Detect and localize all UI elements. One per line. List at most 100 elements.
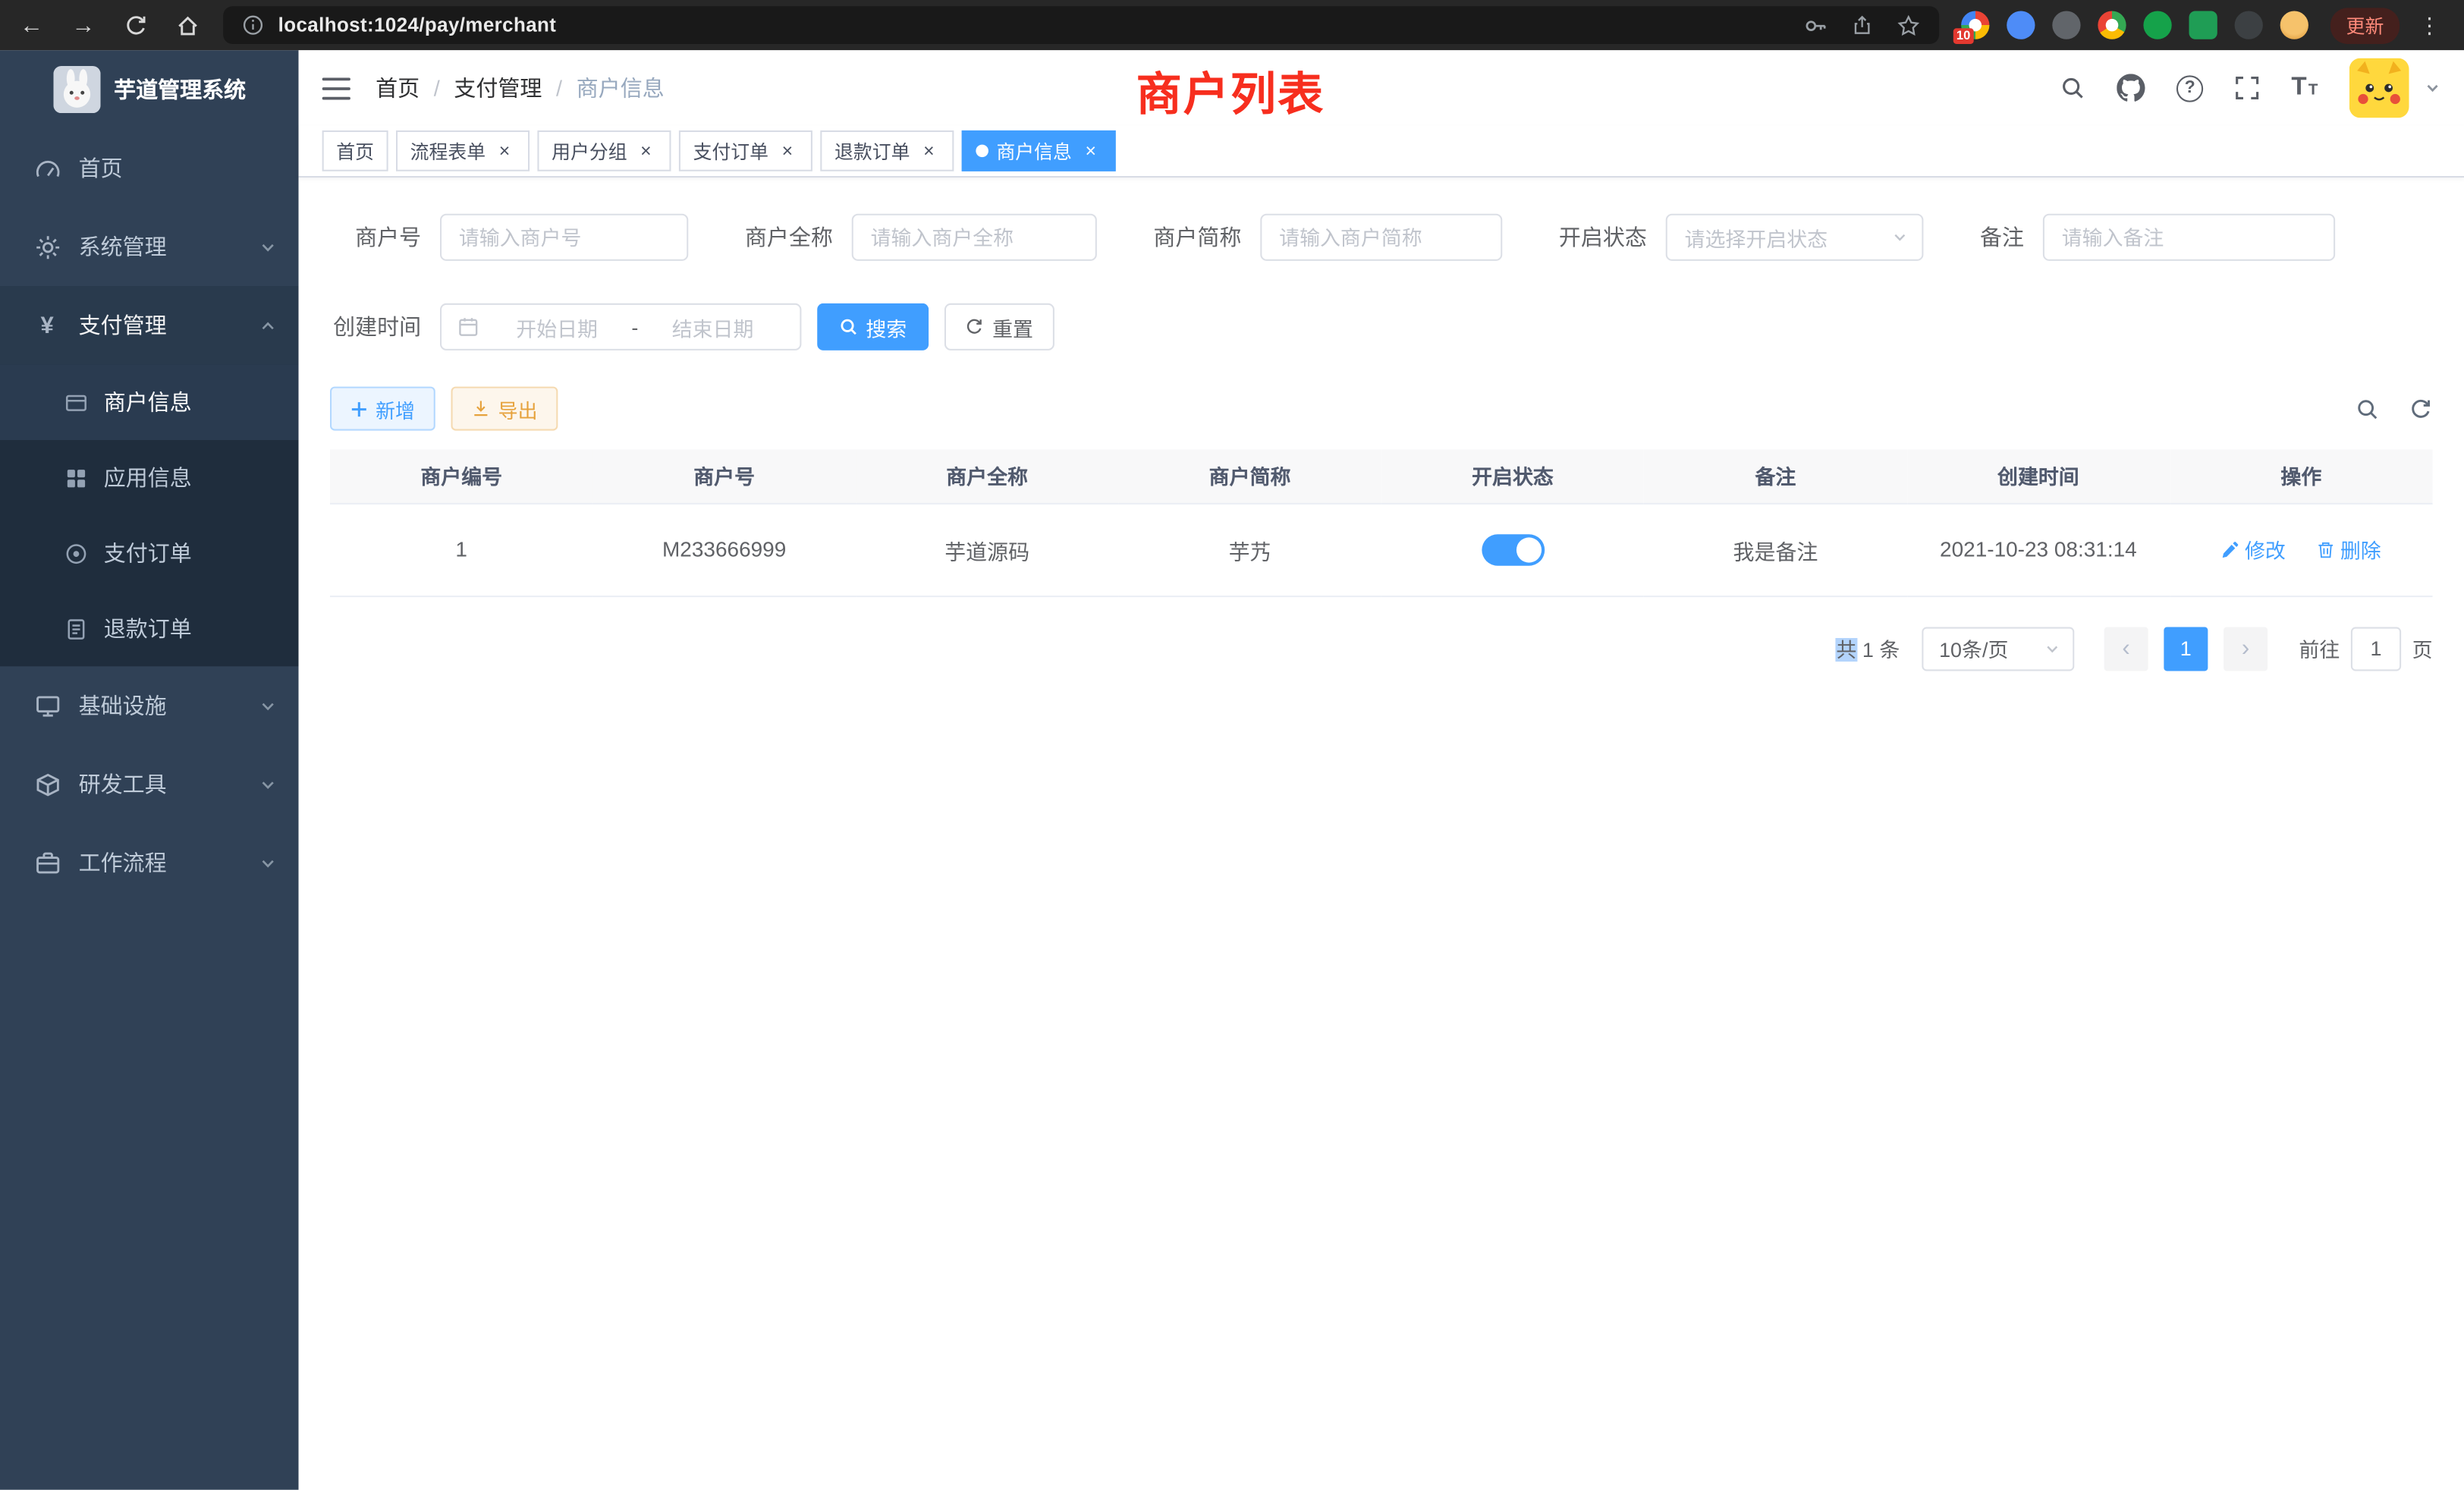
payment-submenu: 商户信息 应用信息 支付订单 退款订单 bbox=[0, 365, 299, 667]
tab-close-icon[interactable]: × bbox=[493, 140, 515, 162]
next-page-button[interactable]: › bbox=[2224, 626, 2268, 670]
filter-label: 创建时间 bbox=[330, 311, 440, 342]
browser-update-button[interactable]: 更新 bbox=[2330, 7, 2400, 43]
user-avatar[interactable] bbox=[2349, 58, 2409, 118]
github-icon[interactable] bbox=[2117, 74, 2145, 102]
sidebar-item-pay-order[interactable]: 支付订单 bbox=[0, 515, 299, 590]
sidebar-item-merchant-info[interactable]: 商户信息 bbox=[0, 365, 299, 440]
browser-home-icon[interactable] bbox=[174, 14, 200, 37]
sidebar-item-label: 工作流程 bbox=[79, 847, 167, 879]
remark-input[interactable] bbox=[2043, 214, 2335, 261]
tab-refund-order[interactable]: 退款订单× bbox=[820, 130, 954, 171]
extension-icon[interactable] bbox=[2098, 11, 2126, 39]
site-info-icon[interactable] bbox=[242, 14, 264, 36]
search-button[interactable]: 搜索 bbox=[817, 303, 929, 350]
cell-full-name: 芋道源码 bbox=[856, 503, 1118, 596]
tab-user-group[interactable]: 用户分组 × bbox=[537, 130, 671, 171]
goto-page-input[interactable] bbox=[2351, 626, 2401, 670]
merchant-no-input[interactable] bbox=[440, 214, 688, 261]
extension-icon[interactable]: 10 bbox=[1961, 11, 1989, 39]
filter-row-1: 商户号 商户全称 商户简称 开启状态 请选择开启状态 bbox=[330, 214, 2433, 261]
url-bar[interactable]: localhost:1024/pay/merchant bbox=[223, 6, 1939, 44]
sidebar-item-refund-order[interactable]: 退款订单 bbox=[0, 591, 299, 666]
status-select[interactable]: 请选择开启状态 bbox=[1666, 214, 1924, 261]
tab-close-icon[interactable]: × bbox=[635, 140, 657, 162]
sidebar-item-payment[interactable]: ¥ 支付管理 bbox=[0, 286, 299, 365]
toggle-search-icon[interactable] bbox=[2356, 397, 2379, 420]
tab-process-form[interactable]: 流程表单 × bbox=[396, 130, 530, 171]
page-size-select[interactable]: 10条/页 bbox=[1922, 626, 2074, 670]
tab-label: 流程表单 bbox=[410, 137, 486, 164]
start-date-placeholder[interactable]: 开始日期 bbox=[486, 312, 628, 341]
filter-row-2: 创建时间 开始日期 - 结束日期 搜索 重置 bbox=[330, 303, 2433, 350]
add-button[interactable]: 新增 bbox=[330, 387, 435, 431]
dashboard-icon bbox=[33, 155, 61, 181]
merchant-table: 商户编号 商户号 商户全称 商户简称 开启状态 备注 创建时间 操作 1 M23… bbox=[330, 449, 2433, 596]
create-time-range-picker[interactable]: 开始日期 - 结束日期 bbox=[440, 303, 801, 350]
short-name-input[interactable] bbox=[1260, 214, 1502, 261]
sidebar-item-devtools[interactable]: 研发工具 bbox=[0, 745, 299, 824]
delete-link-label: 删除 bbox=[2340, 534, 2381, 564]
tab-home[interactable]: 首页 bbox=[322, 130, 388, 171]
refresh-table-icon[interactable] bbox=[2409, 397, 2433, 420]
browser-refresh-icon[interactable] bbox=[123, 14, 148, 37]
search-icon[interactable] bbox=[2060, 75, 2085, 100]
tab-label: 用户分组 bbox=[552, 137, 627, 164]
sidebar-item-infrastructure[interactable]: 基础设施 bbox=[0, 666, 299, 745]
filter-label: 备注 bbox=[1958, 222, 2043, 253]
tab-pay-order[interactable]: 支付订单× bbox=[679, 130, 812, 171]
bookmark-star-icon[interactable] bbox=[1897, 14, 1920, 37]
main-area: 首页 / 支付管理 / 商户信息 ? TT 首页 流程表单× 用户分组× 支付订… bbox=[299, 50, 2464, 1489]
download-icon bbox=[471, 399, 490, 418]
chevron-down-icon bbox=[259, 697, 277, 715]
share-icon[interactable] bbox=[1851, 14, 1873, 36]
font-size-icon[interactable]: TT bbox=[2291, 74, 2318, 102]
export-button[interactable]: 导出 bbox=[451, 387, 558, 431]
sidebar-item-system[interactable]: 系统管理 bbox=[0, 207, 299, 286]
calendar-icon bbox=[457, 316, 479, 338]
extension-icon[interactable] bbox=[2143, 11, 2171, 39]
browser-nav: ← → bbox=[19, 12, 200, 39]
chevron-down-icon bbox=[2044, 640, 2060, 656]
tab-close-icon[interactable]: × bbox=[776, 140, 798, 162]
help-icon[interactable]: ? bbox=[2176, 74, 2203, 101]
tab-close-icon[interactable]: × bbox=[1080, 140, 1102, 162]
column-header: 创建时间 bbox=[1907, 449, 2170, 502]
yen-icon: ¥ bbox=[33, 312, 61, 338]
cell-merchant-no: M233666999 bbox=[592, 503, 855, 596]
breadcrumb-current: 商户信息 bbox=[577, 72, 665, 103]
tab-merchant-info[interactable]: 商户信息× bbox=[962, 130, 1116, 171]
extension-icon[interactable] bbox=[2235, 11, 2263, 39]
breadcrumb-payment: 支付管理 bbox=[454, 72, 542, 103]
pagination: 共 1 条 10条/页 ‹ 1 › 前往 页 bbox=[330, 626, 2433, 670]
extension-icon[interactable] bbox=[2052, 11, 2080, 39]
prev-page-button[interactable]: ‹ bbox=[2104, 626, 2148, 670]
tab-close-icon[interactable]: × bbox=[918, 140, 940, 162]
profile-avatar-icon[interactable] bbox=[2280, 11, 2308, 39]
browser-back-icon[interactable]: ← bbox=[19, 12, 44, 39]
browser-menu-icon[interactable]: ⋮ bbox=[2418, 12, 2440, 39]
sidebar-item-workflow[interactable]: 工作流程 bbox=[0, 823, 299, 902]
edit-link[interactable]: 修改 bbox=[2221, 534, 2286, 564]
hamburger-icon[interactable] bbox=[322, 76, 350, 99]
full-name-input[interactable] bbox=[852, 214, 1097, 261]
filter-label: 商户号 bbox=[330, 222, 440, 253]
key-icon[interactable] bbox=[1804, 14, 1828, 37]
browser-forward-icon[interactable]: → bbox=[71, 12, 96, 39]
page-number-1[interactable]: 1 bbox=[2164, 626, 2208, 670]
delete-link[interactable]: 删除 bbox=[2317, 534, 2381, 564]
filter-label: 商户全称 bbox=[723, 222, 852, 253]
logo-avatar bbox=[52, 66, 99, 113]
sidebar-item-home[interactable]: 首页 bbox=[0, 129, 299, 208]
sidebar-item-app-info[interactable]: 应用信息 bbox=[0, 440, 299, 515]
avatar-caret-down-icon[interactable] bbox=[2425, 80, 2440, 96]
active-tab-dot bbox=[976, 145, 989, 158]
app-logo[interactable]: 芋道管理系统 bbox=[0, 50, 299, 129]
breadcrumb-home[interactable]: 首页 bbox=[376, 72, 420, 103]
fullscreen-icon[interactable] bbox=[2235, 75, 2260, 100]
end-date-placeholder[interactable]: 结束日期 bbox=[641, 312, 784, 341]
extension-icon[interactable] bbox=[2189, 11, 2217, 39]
status-toggle[interactable] bbox=[1482, 533, 1545, 564]
reset-button[interactable]: 重置 bbox=[944, 303, 1054, 350]
extension-icon[interactable] bbox=[2007, 11, 2035, 39]
